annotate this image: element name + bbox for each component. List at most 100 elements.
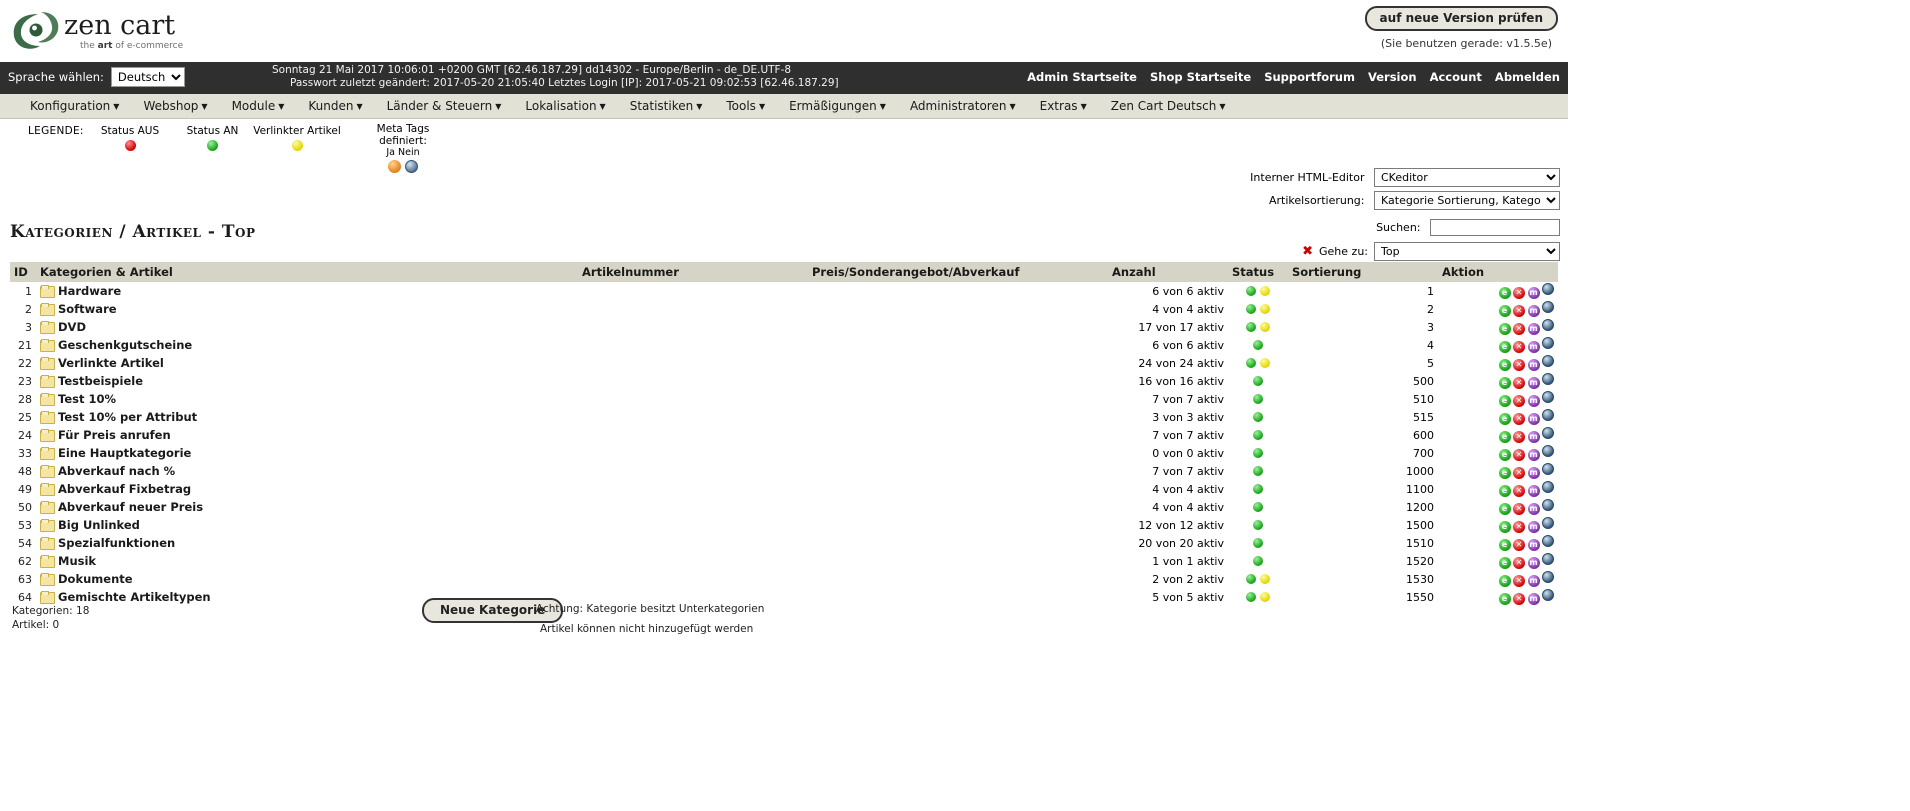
move-icon[interactable]: m [1527, 323, 1540, 335]
delete-icon[interactable]: ✕ [1513, 395, 1525, 407]
edit-icon[interactable]: e [1498, 431, 1511, 443]
linked-product-icon[interactable] [1260, 357, 1270, 368]
cell-status[interactable] [1228, 318, 1288, 336]
delete-icon[interactable]: ✕ [1513, 431, 1525, 443]
cell-name[interactable]: Eine Hauptkategorie [36, 444, 578, 462]
cell-status[interactable] [1228, 516, 1288, 534]
link-version[interactable]: Version [1368, 70, 1417, 84]
reset-icon[interactable]: ✖ [1302, 244, 1313, 259]
menu-module[interactable]: Module ▼ [220, 96, 297, 116]
table-row[interactable]: 1 Hardware 6 von 6 aktiv 1 e ✕ m [10, 282, 1558, 300]
table-row[interactable]: 24 Für Preis anrufen 7 von 7 aktiv 600 e ✕ m [10, 426, 1558, 444]
cell-name[interactable]: DVD [36, 318, 578, 336]
delete-icon[interactable]: ✕ [1513, 341, 1525, 353]
cell-status[interactable] [1228, 552, 1288, 570]
preview-icon[interactable] [1542, 445, 1554, 457]
status-on-icon[interactable] [1253, 339, 1263, 350]
status-on-icon[interactable] [1246, 285, 1256, 296]
status-on-icon[interactable] [1253, 429, 1263, 440]
preview-icon[interactable] [1542, 571, 1554, 583]
delete-icon[interactable]: ✕ [1513, 485, 1525, 497]
move-icon[interactable]: m [1527, 557, 1540, 569]
move-icon[interactable]: m [1527, 359, 1540, 371]
move-icon[interactable]: m [1527, 449, 1540, 461]
link-admin-startseite[interactable]: Admin Startseite [1027, 70, 1137, 84]
cell-name[interactable]: Testbeispiele [36, 372, 578, 390]
status-on-icon[interactable] [1253, 519, 1263, 530]
col-status[interactable]: Status [1228, 262, 1288, 282]
menu-zen-cart-deutsch[interactable]: Zen Cart Deutsch ▼ [1099, 96, 1238, 116]
preview-icon[interactable] [1542, 319, 1554, 331]
cell-status[interactable] [1228, 588, 1288, 606]
move-icon[interactable]: m [1527, 539, 1540, 551]
zen-cart-logo[interactable]: zen cart the art of e-commerce [8, 6, 188, 58]
delete-icon[interactable]: ✕ [1513, 521, 1525, 533]
search-input[interactable] [1430, 219, 1560, 236]
edit-icon[interactable]: e [1498, 323, 1511, 335]
status-on-icon[interactable] [1246, 303, 1256, 314]
move-icon[interactable]: m [1527, 467, 1540, 479]
status-on-icon[interactable] [1253, 555, 1263, 566]
col-action[interactable]: Aktion [1438, 262, 1558, 282]
edit-icon[interactable]: e [1498, 341, 1511, 353]
linked-product-icon[interactable] [1260, 591, 1270, 602]
cell-status[interactable] [1228, 336, 1288, 354]
cell-name[interactable]: Für Preis anrufen [36, 426, 578, 444]
col-name[interactable]: Kategorien & Artikel [36, 262, 578, 282]
delete-icon[interactable]: ✕ [1513, 323, 1525, 335]
link-supportforum[interactable]: Supportforum [1264, 70, 1355, 84]
cell-status[interactable] [1228, 534, 1288, 552]
status-on-icon[interactable] [1253, 393, 1263, 404]
cell-status[interactable] [1228, 390, 1288, 408]
cell-status[interactable] [1228, 300, 1288, 318]
col-count[interactable]: Anzahl [1108, 262, 1228, 282]
edit-icon[interactable]: e [1498, 593, 1511, 605]
delete-icon[interactable]: ✕ [1513, 413, 1525, 425]
menu-statistiken[interactable]: Statistiken ▼ [618, 96, 715, 116]
preview-icon[interactable] [1542, 373, 1554, 385]
table-row[interactable]: 63 Dokumente 2 von 2 aktiv 1530 e ✕ m [10, 570, 1558, 588]
table-row[interactable]: 54 Spezialfunktionen 20 von 20 aktiv 1510 e ✕… [10, 534, 1558, 552]
move-icon[interactable]: m [1527, 395, 1540, 407]
cell-status[interactable] [1228, 462, 1288, 480]
cell-name[interactable]: Spezialfunktionen [36, 534, 578, 552]
check-new-version-button[interactable]: auf neue Version prüfen [1364, 6, 1558, 31]
delete-icon[interactable]: ✕ [1513, 539, 1525, 551]
goto-select[interactable]: Top [1374, 242, 1560, 261]
table-row[interactable]: 3 DVD 17 von 17 aktiv 3 e ✕ m [10, 318, 1558, 336]
delete-icon[interactable]: ✕ [1513, 593, 1525, 605]
cell-status[interactable] [1228, 282, 1288, 300]
cell-status[interactable] [1228, 570, 1288, 588]
menu-lokalisation[interactable]: Lokalisation ▼ [513, 96, 617, 116]
delete-icon[interactable]: ✕ [1513, 359, 1525, 371]
menu-kunden[interactable]: Kunden ▼ [296, 96, 374, 116]
cell-status[interactable] [1228, 426, 1288, 444]
menu-administratoren[interactable]: Administratoren ▼ [898, 96, 1028, 116]
cell-status[interactable] [1228, 354, 1288, 372]
status-on-icon[interactable] [1253, 411, 1263, 422]
link-account[interactable]: Account [1430, 70, 1482, 84]
linked-product-icon[interactable] [1260, 321, 1270, 332]
move-icon[interactable]: m [1527, 431, 1540, 443]
delete-icon[interactable]: ✕ [1513, 557, 1525, 569]
menu-tools[interactable]: Tools ▼ [714, 96, 777, 116]
status-on-icon[interactable] [1246, 591, 1256, 602]
edit-icon[interactable]: e [1498, 449, 1511, 461]
menu-laender-steuern[interactable]: Länder & Steuern ▼ [375, 96, 514, 116]
table-row[interactable]: 64 Gemischte Artikeltypen 5 von 5 aktiv 155… [10, 588, 1558, 606]
edit-icon[interactable]: e [1498, 413, 1511, 425]
product-sort-select[interactable]: Kategorie Sortierung, Kategoriename [1374, 191, 1560, 210]
table-row[interactable]: 28 Test 10% 7 von 7 aktiv 510 e ✕ m [10, 390, 1558, 408]
linked-product-icon[interactable] [1260, 285, 1270, 296]
preview-icon[interactable] [1542, 355, 1554, 367]
cell-status[interactable] [1228, 480, 1288, 498]
move-icon[interactable]: m [1527, 575, 1540, 587]
status-on-icon[interactable] [1253, 537, 1263, 548]
cell-name[interactable]: Big Unlinked [36, 516, 578, 534]
preview-icon[interactable] [1542, 409, 1554, 421]
table-row[interactable]: 23 Testbeispiele 16 von 16 aktiv 500 e ✕ m [10, 372, 1558, 390]
preview-icon[interactable] [1542, 517, 1554, 529]
table-row[interactable]: 49 Abverkauf Fixbetrag 4 von 4 aktiv 1100 e ✕… [10, 480, 1558, 498]
status-on-icon[interactable] [1253, 483, 1263, 494]
preview-icon[interactable] [1542, 463, 1554, 475]
